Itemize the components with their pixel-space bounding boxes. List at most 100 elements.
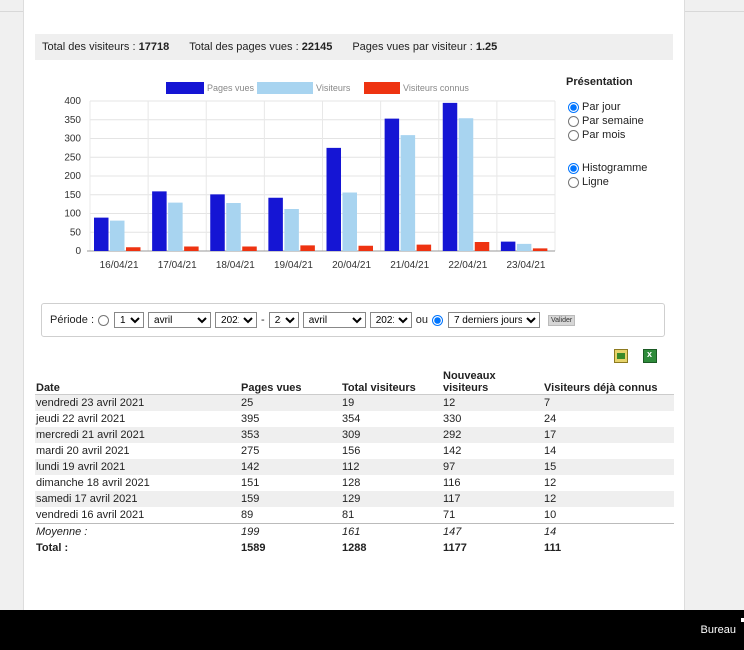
cell-date: samedi 17 avril 2021 [35, 491, 240, 507]
cell-new: 12 [442, 394, 543, 411]
x-tick-label: 17/04/21 [158, 260, 197, 271]
cell-pages: 159 [240, 491, 341, 507]
cell-visitors: 19 [341, 394, 442, 411]
cell-pages: 275 [241, 445, 260, 457]
cell-date: vendredi 23 avril 2021 [35, 394, 240, 411]
legend-swatch [364, 82, 400, 94]
radio-custom-period[interactable] [98, 314, 110, 326]
total-row-pages: 1589 [241, 542, 266, 554]
x-tick-label: 22/04/21 [448, 260, 487, 271]
to-year-select[interactable]: 2021 [369, 312, 412, 328]
option-per-day[interactable]: Par jour [566, 100, 647, 114]
cell-date: dimanche 18 avril 2021 [36, 477, 150, 489]
bar-visiteurs [516, 243, 532, 251]
cell-date: mercredi 21 avril 2021 [35, 427, 240, 443]
summary-visitors: Total des visiteurs : 17718 [42, 41, 169, 53]
cell-new: 292 [442, 427, 543, 443]
from-year-select[interactable]: 2021 [215, 312, 258, 328]
radio-per-day[interactable] [568, 101, 579, 113]
x-tick-label: 18/04/21 [216, 260, 255, 271]
y-tick-label: 350 [64, 115, 81, 126]
bar-visiteurs [400, 135, 416, 251]
visits-bar-chart: Pages vues Visiteurs Visiteurs connus 0 50 10… [64, 82, 556, 271]
bar-visiteurs [458, 118, 474, 251]
header-known: Visiteurs déjà connus [543, 368, 674, 395]
table-row: jeudi 22 avril 2021 395 354 330 24 [35, 411, 674, 427]
radio-histogram[interactable] [568, 162, 579, 174]
radio-preset-period[interactable] [431, 314, 443, 326]
from-day-select[interactable]: 16 [114, 312, 145, 328]
bar-visiteurs-connus [532, 248, 548, 251]
table-row: vendredi 23 avril 2021 25 19 12 7 [35, 394, 674, 411]
desktop-button[interactable]: Bureau [701, 624, 736, 636]
y-tick-label: 400 [64, 96, 81, 107]
cell-new: 117 [442, 491, 543, 507]
option-histogram-label: Histogramme [582, 162, 648, 174]
period-selector: Période : 16 avril 2021 - 23 avril 2021 … [41, 303, 665, 337]
y-tick-label: 50 [70, 227, 82, 238]
table-row: samedi 17 avril 2021 159 129 117 12 [35, 491, 674, 507]
cell-new: 71 [443, 509, 456, 521]
bar-visiteurs-connus [300, 245, 315, 251]
option-line-label: Ligne [582, 176, 609, 188]
average-row-visitors: 161 [341, 523, 442, 540]
from-month-select[interactable]: avril [148, 312, 212, 328]
legend-swatch [166, 82, 204, 94]
validate-button[interactable]: Valider [547, 314, 576, 326]
export-excel-icon[interactable] [643, 349, 657, 363]
table-row: lundi 19 avril 2021 142 112 97 15 [35, 459, 674, 475]
table-row: mardi 20 avril 2021 275 156 142 14 [35, 443, 674, 459]
bar-visiteurs [226, 203, 241, 251]
option-histogram[interactable]: Histogramme [566, 161, 647, 175]
option-per-month-label: Par mois [582, 129, 626, 141]
summary-pages-value: 22145 [301, 41, 333, 53]
average-row-label: Moyenne : [35, 523, 240, 540]
presentation-title: Présentation [566, 76, 633, 88]
cell-date: lundi 19 avril 2021 [35, 459, 240, 475]
bar-pages-vues [210, 194, 225, 251]
to-day-select[interactable]: 23 [268, 312, 299, 328]
option-per-week[interactable]: Par semaine [566, 114, 647, 128]
cell-known: 17 [543, 427, 674, 443]
option-per-month[interactable]: Par mois [566, 128, 647, 142]
average-row-new: 147 [442, 523, 543, 540]
cell-pages: 395 [241, 413, 260, 425]
cell-new: 330 [443, 413, 462, 425]
cell-pages: 25 [240, 394, 341, 411]
average-row: Moyenne :199 161 147 14 [35, 523, 674, 540]
preset-period-select[interactable]: 7 derniers jours [447, 312, 540, 328]
cell-known: 10 [544, 509, 557, 521]
period-or: ou [415, 314, 428, 326]
table-header-row: Date Pages vues Total visiteurs Nouveaux… [35, 368, 674, 395]
cell-pages: 142 [240, 459, 341, 475]
bar-visiteurs-connus [358, 245, 373, 251]
table-body: vendredi 23 avril 2021 25 19 12 7 jeudi 22 av… [35, 394, 674, 557]
radio-per-month[interactable] [568, 129, 579, 141]
y-tick-label: 250 [64, 152, 81, 163]
bar-pages-vues [442, 102, 458, 251]
to-month-select[interactable]: avril [302, 312, 366, 328]
x-tick-label: 21/04/21 [390, 260, 429, 271]
header-visitors: Total visiteurs [341, 368, 442, 395]
x-tick-label: 16/04/21 [100, 260, 139, 271]
header-date: Date [35, 368, 240, 395]
cell-pages: 151 [241, 477, 260, 489]
summary-pages-label: Total des pages vues : [189, 41, 299, 53]
average-row-known: 14 [543, 523, 674, 540]
cell-known: 14 [544, 445, 557, 457]
cell-new: 97 [442, 459, 543, 475]
cell-known: 12 [544, 477, 557, 489]
header-new: Nouveaux visiteurs [442, 368, 543, 395]
bar-pages-vues [384, 118, 400, 251]
cell-known: 24 [544, 413, 557, 425]
bar-visiteurs-connus [126, 247, 141, 251]
x-tick-label: 23/04/21 [506, 260, 545, 271]
cell-known: 15 [543, 459, 674, 475]
radio-per-week[interactable] [568, 115, 579, 127]
cell-date: jeudi 22 avril 2021 [36, 413, 126, 425]
option-line[interactable]: Ligne [566, 175, 647, 189]
bar-visiteurs [284, 209, 299, 251]
radio-line[interactable] [568, 176, 579, 188]
bar-visiteurs [342, 192, 357, 251]
export-csv-icon[interactable] [614, 349, 628, 363]
